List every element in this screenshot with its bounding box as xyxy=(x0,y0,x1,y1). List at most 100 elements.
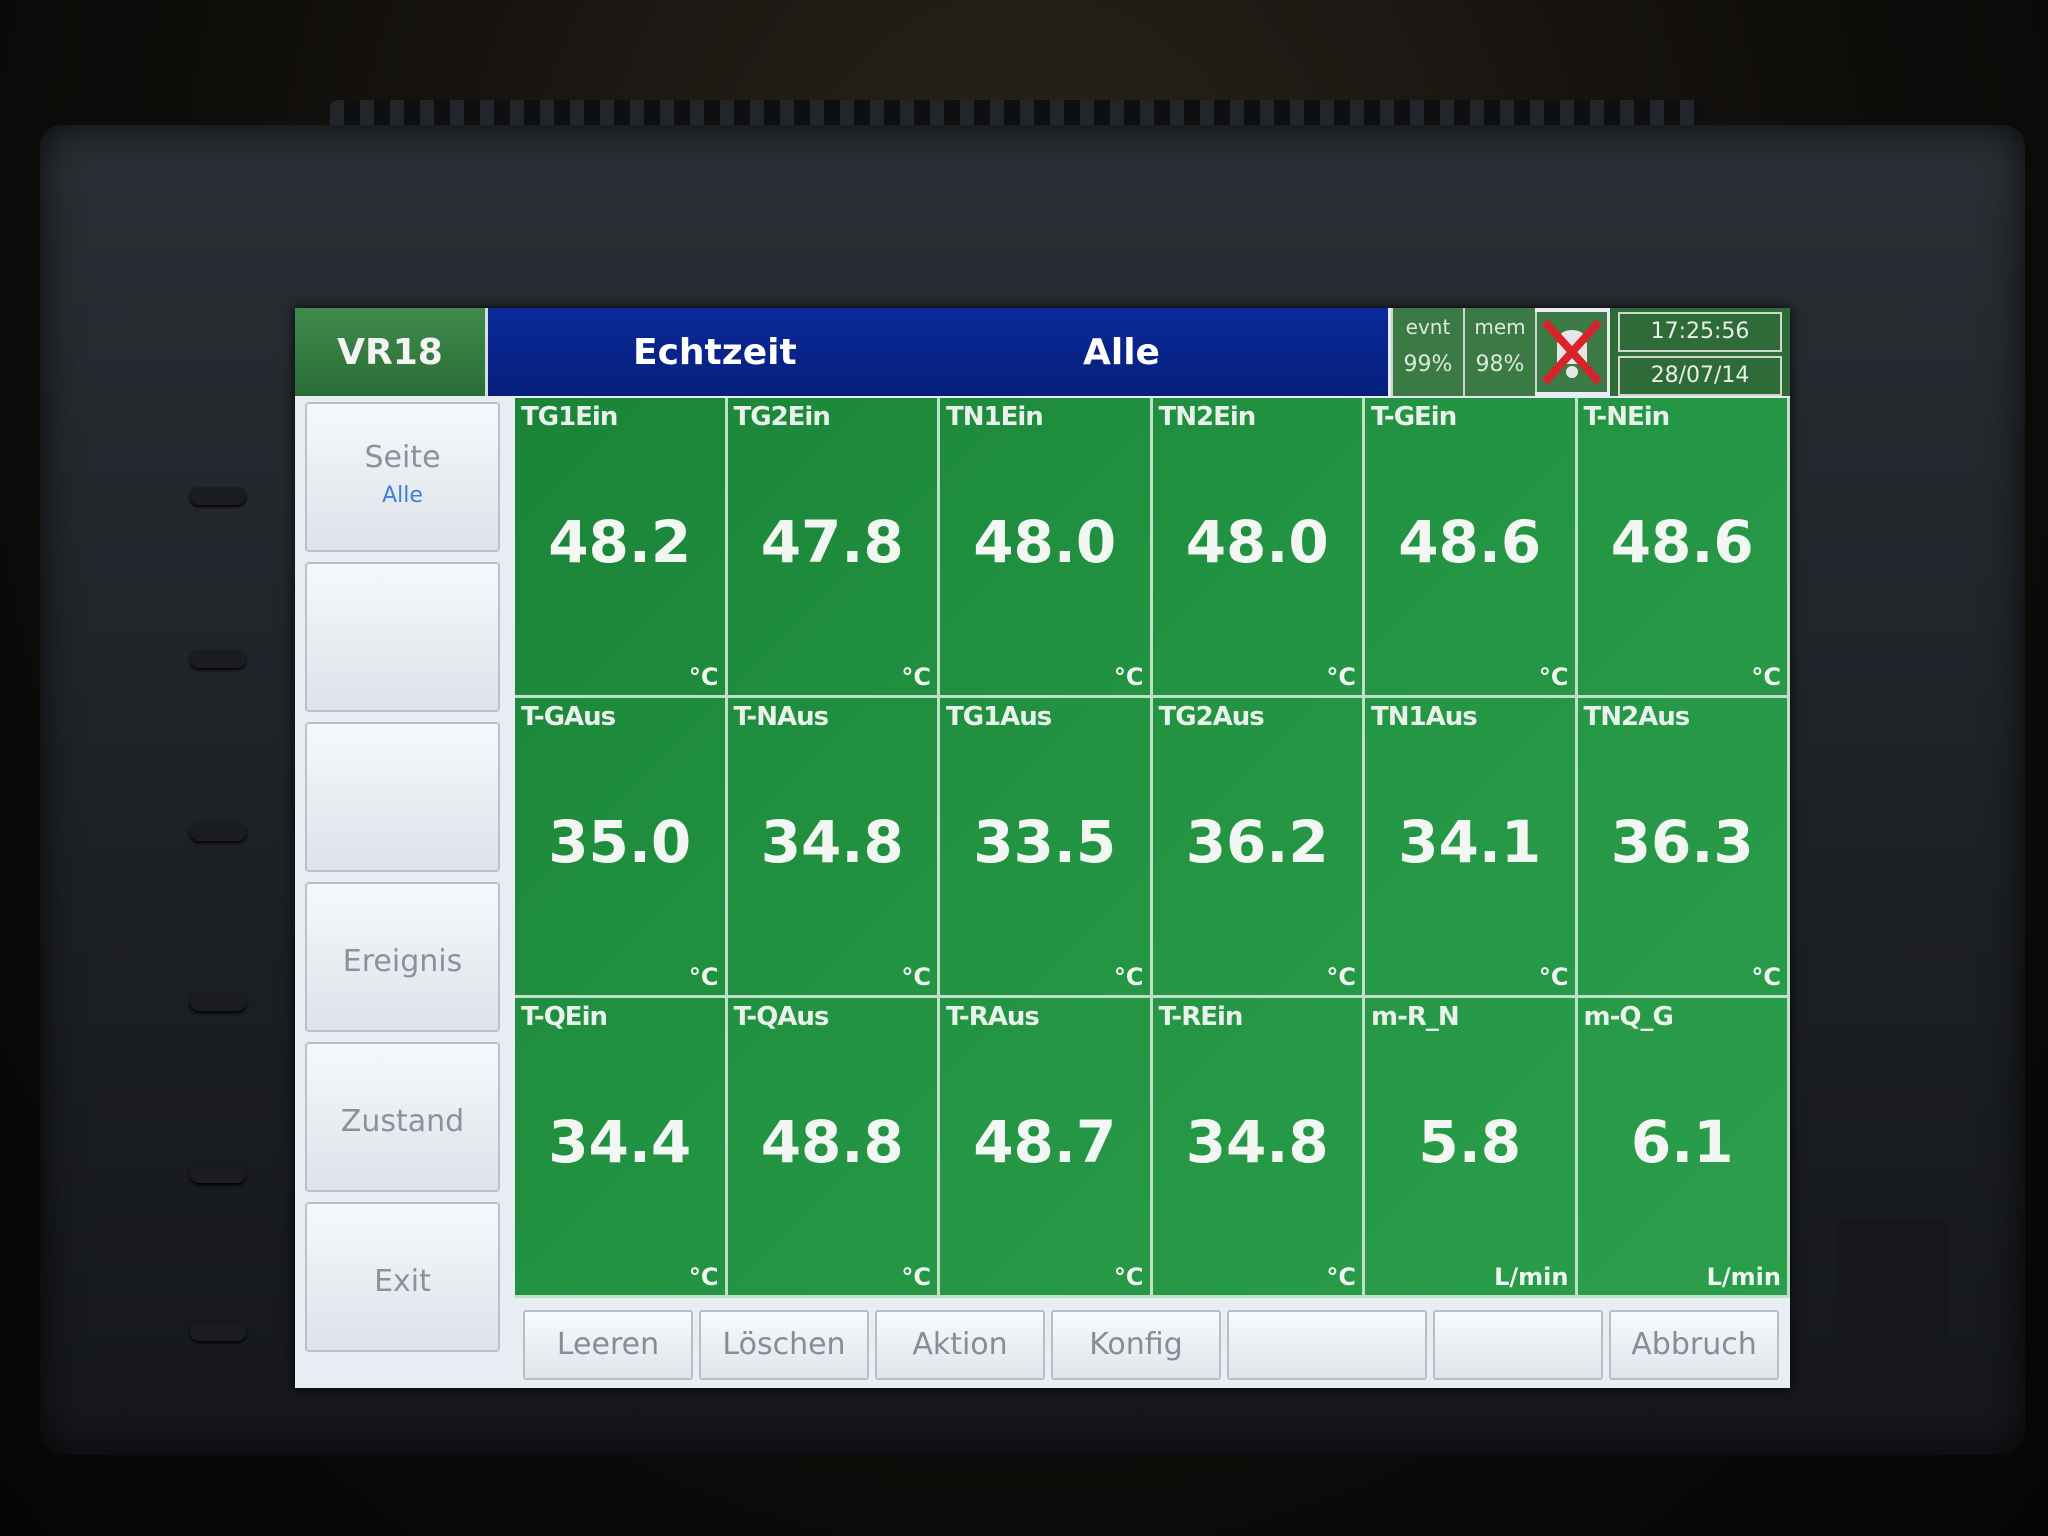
hardware-button-5[interactable] xyxy=(190,1165,246,1183)
channel-tile[interactable]: TG2Ein 47.8 °C xyxy=(727,398,940,698)
media-slot xyxy=(1838,1220,1948,1340)
channel-value: 5.8 xyxy=(1418,1108,1522,1176)
mem-value: 98% xyxy=(1475,352,1525,377)
cancel-button[interactable]: Abbruch xyxy=(1609,1310,1779,1380)
channel-tile[interactable]: T-QAus 48.8 °C xyxy=(727,998,940,1298)
channel-value: 48.6 xyxy=(1610,508,1754,576)
channel-unit: °C xyxy=(688,963,719,991)
empty-side-button-2[interactable] xyxy=(305,722,500,872)
channel-value: 34.4 xyxy=(548,1108,692,1176)
channel-value: 48.0 xyxy=(1185,508,1329,576)
clock: 17:25:56 28/07/14 xyxy=(1610,308,1790,396)
channel-tag: T-NEin xyxy=(1583,402,1671,432)
channel-unit: °C xyxy=(1113,1263,1144,1291)
background-scene: VR18 Echtzeit Alle evnt 99% mem 98% 17:2… xyxy=(0,0,2048,1536)
config-button[interactable]: Konfig xyxy=(1051,1310,1221,1380)
channel-tile[interactable]: TN1Ein 48.0 °C xyxy=(940,398,1153,698)
status-button[interactable]: Zustand xyxy=(305,1042,500,1192)
channel-tile[interactable]: T-GAus 35.0 °C xyxy=(515,698,728,998)
delete-button[interactable]: Löschen xyxy=(699,1310,869,1380)
hardware-button-4[interactable] xyxy=(190,993,246,1011)
channel-tile[interactable]: T-NAus 34.8 °C xyxy=(727,698,940,998)
channel-unit: °C xyxy=(901,963,931,991)
channel-unit: °C xyxy=(901,663,931,691)
hardware-button-2[interactable] xyxy=(190,650,246,668)
evnt-label: evnt xyxy=(1405,315,1451,339)
status-button-label: Zustand xyxy=(340,1104,465,1139)
channel-value: 48.0 xyxy=(973,508,1117,576)
channel-value: 34.8 xyxy=(1185,1108,1329,1176)
empty-toolbar-button-2[interactable] xyxy=(1433,1310,1603,1380)
display-screen: VR18 Echtzeit Alle evnt 99% mem 98% 17:2… xyxy=(295,308,1790,1388)
channel-tile[interactable]: m-R_N 5.8 L/min xyxy=(1365,998,1578,1298)
channel-unit: °C xyxy=(1538,963,1569,991)
event-button[interactable]: Ereignis xyxy=(305,882,500,1032)
hardware-button-1[interactable] xyxy=(190,487,246,505)
memory-indicator: mem 98% xyxy=(1463,308,1535,396)
channel-tag: T-NAus xyxy=(733,702,830,732)
channel-tile[interactable]: TN2Ein 48.0 °C xyxy=(1152,398,1365,698)
channel-unit: °C xyxy=(1326,663,1356,691)
mode-label: Echtzeit xyxy=(633,332,797,373)
channel-tile[interactable]: TG1Ein 48.2 °C xyxy=(515,398,728,698)
hardware-button-3[interactable] xyxy=(190,823,246,841)
channel-unit: °C xyxy=(1113,663,1144,691)
empty-side-button-1[interactable] xyxy=(305,562,500,712)
channel-tile[interactable]: TN2Aus 36.3 °C xyxy=(1577,698,1790,998)
channel-grid: TG1Ein 48.2 °C TG2Ein 47.8 °C TN1Ein 48.0 °C TN2E… xyxy=(515,398,1790,1298)
channel-tile[interactable]: TN1Aus 34.1 °C xyxy=(1365,698,1578,998)
page-button[interactable]: Seite Alle xyxy=(305,402,500,552)
channel-tag: T-QEin xyxy=(521,1002,608,1032)
channel-unit: L/min xyxy=(1494,1263,1569,1291)
event-button-label: Ereignis xyxy=(342,944,463,979)
exit-button-label: Exit xyxy=(374,1264,431,1299)
clear-button[interactable]: Leeren xyxy=(523,1310,693,1380)
title-bar: VR18 Echtzeit Alle evnt 99% mem 98% 17:2… xyxy=(295,308,1790,396)
channel-unit: °C xyxy=(1326,963,1356,991)
channel-value: 34.8 xyxy=(760,808,904,876)
channel-tile[interactable]: m-Q_G 6.1 L/min xyxy=(1577,998,1790,1298)
channel-tag: T-GEin xyxy=(1371,402,1457,432)
channel-unit: °C xyxy=(901,1263,931,1291)
channel-tile[interactable]: TG1Aus 33.5 °C xyxy=(940,698,1153,998)
channel-tag: TN1Ein xyxy=(946,402,1044,432)
channel-tag: T-GAus xyxy=(521,702,616,732)
channel-unit: L/min xyxy=(1706,1263,1781,1291)
channel-tag: TN2Aus xyxy=(1583,702,1691,732)
empty-toolbar-button[interactable] xyxy=(1227,1310,1427,1380)
channel-value: 36.2 xyxy=(1185,808,1329,876)
channel-tag: TG2Ein xyxy=(733,402,831,432)
channel-unit: °C xyxy=(1538,663,1569,691)
channel-tag: T-QAus xyxy=(733,1002,830,1032)
channel-unit: °C xyxy=(1326,1263,1356,1291)
channel-value: 33.5 xyxy=(973,808,1117,876)
alarm-muted-icon[interactable] xyxy=(1535,312,1607,392)
exit-button[interactable]: Exit xyxy=(305,1202,500,1352)
channel-tile[interactable]: TG2Aus 36.2 °C xyxy=(1152,698,1365,998)
channel-value: 48.7 xyxy=(973,1108,1117,1176)
page-button-label: Seite xyxy=(364,440,441,475)
channel-tag: TN1Aus xyxy=(1371,702,1478,732)
channel-unit: °C xyxy=(1751,663,1781,691)
bottom-toolbar: Leeren Löschen Aktion Konfig Abbruch xyxy=(515,1298,1790,1388)
event-memory-indicator: evnt 99% xyxy=(1391,308,1463,396)
channel-tag: TG2Aus xyxy=(1158,702,1265,732)
page-button-value: Alle xyxy=(382,483,423,508)
channel-tag: T-RAus xyxy=(946,1002,1040,1032)
action-button[interactable]: Aktion xyxy=(875,1310,1045,1380)
channel-tile[interactable]: T-RAus 48.7 °C xyxy=(940,998,1153,1298)
channel-unit: °C xyxy=(688,663,719,691)
channel-tile[interactable]: T-GEin 48.6 °C xyxy=(1365,398,1578,698)
channel-tag: TG1Aus xyxy=(946,702,1052,732)
channel-tile[interactable]: T-QEin 34.4 °C xyxy=(515,998,728,1298)
channel-tag: T-REin xyxy=(1158,1002,1244,1032)
channel-value: 35.0 xyxy=(548,808,692,876)
channel-unit: °C xyxy=(1113,963,1144,991)
sidebar: Seite Alle Ereignis Zustand Exit xyxy=(295,398,510,1388)
hardware-button-6[interactable] xyxy=(190,1323,246,1341)
channel-value: 6.1 xyxy=(1630,1108,1734,1176)
device-name: VR18 xyxy=(295,308,488,396)
channel-tile[interactable]: T-NEin 48.6 °C xyxy=(1577,398,1790,698)
channel-value: 48.8 xyxy=(760,1108,904,1176)
channel-tile[interactable]: T-REin 34.8 °C xyxy=(1152,998,1365,1298)
